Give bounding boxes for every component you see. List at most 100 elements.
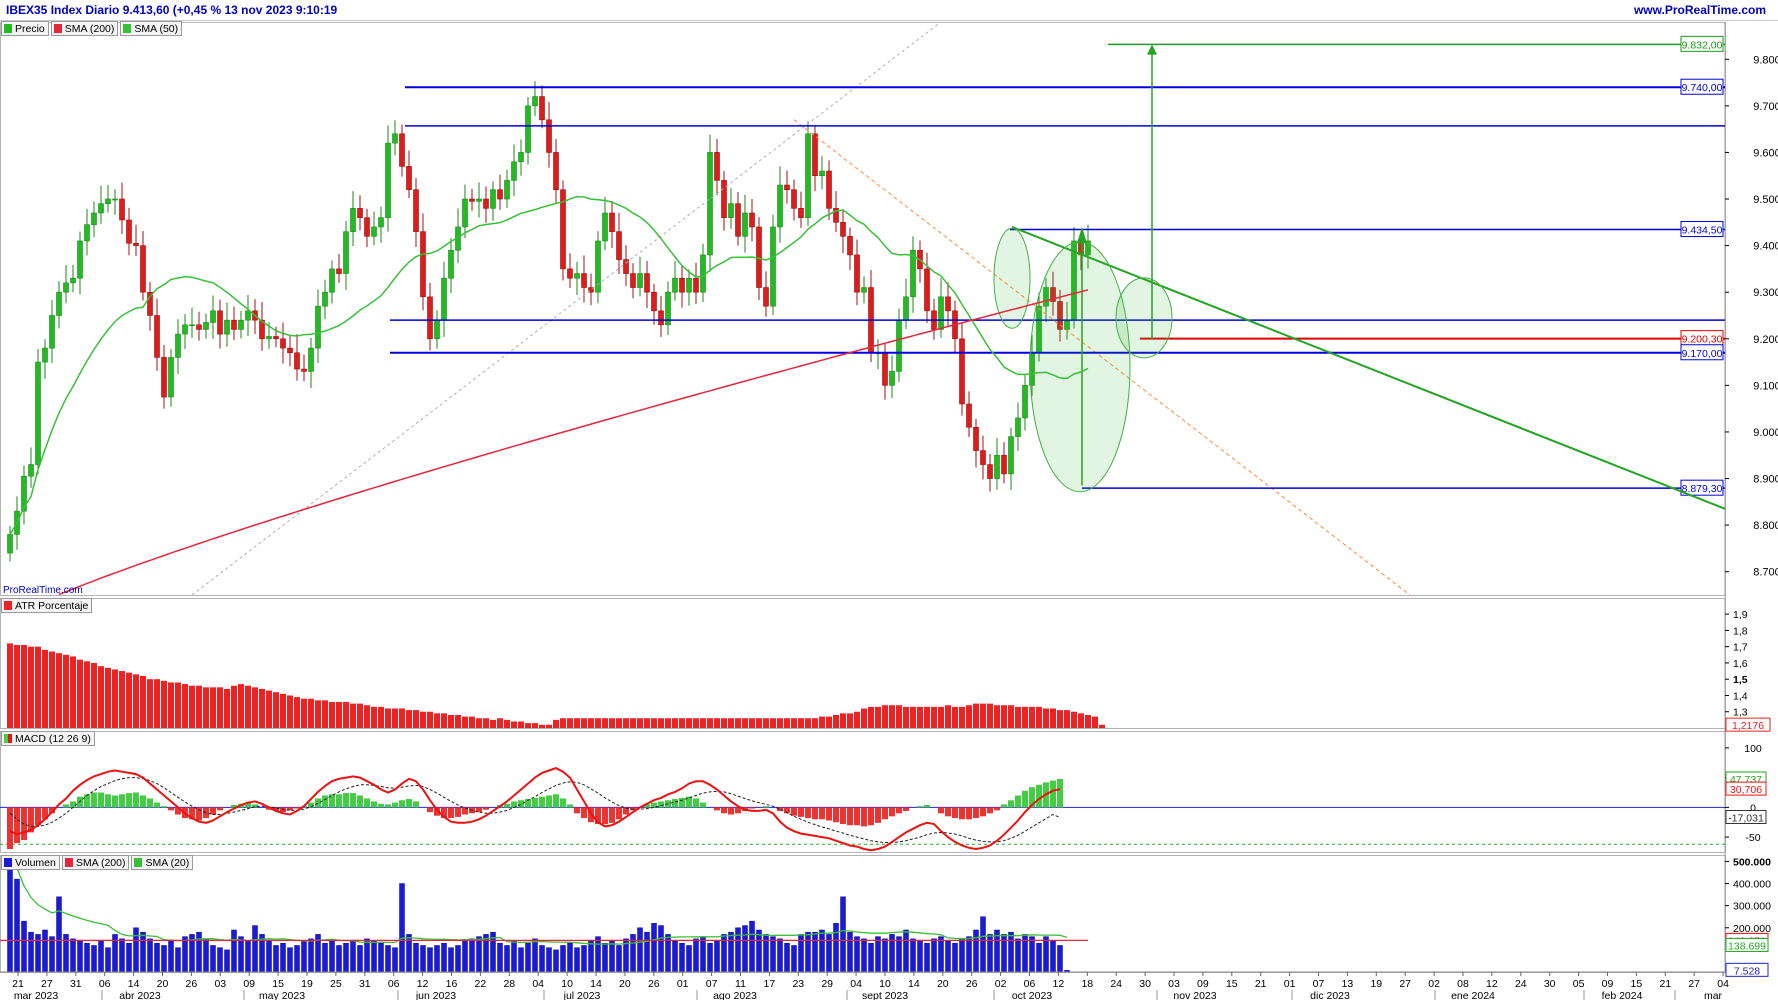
volume-bar xyxy=(77,940,83,973)
volume-bar xyxy=(539,945,545,973)
legend-price[interactable]: Precio xyxy=(1,21,49,36)
atr-bar xyxy=(539,724,545,728)
x-day-label: 12 xyxy=(1486,978,1498,990)
macd-histogram-bar xyxy=(854,807,860,826)
candle xyxy=(1001,454,1007,475)
volume-bar xyxy=(469,938,475,973)
candle xyxy=(1008,436,1014,475)
volume-bar xyxy=(931,938,937,973)
x-day-label: 06 xyxy=(1024,978,1036,990)
candle xyxy=(924,268,930,312)
volume-bar xyxy=(329,940,335,973)
x-day-label: 15 xyxy=(272,978,284,990)
volume-bar xyxy=(266,940,272,973)
macd-histogram-bar xyxy=(399,800,405,808)
macd-histogram-bar xyxy=(161,806,167,808)
x-day-label: 08 xyxy=(1457,978,1469,990)
candle xyxy=(175,333,181,358)
volume-bar xyxy=(336,945,342,973)
x-day-label: 22 xyxy=(475,978,487,990)
atr-bar xyxy=(294,697,300,728)
candle xyxy=(616,231,622,260)
volume-bar xyxy=(602,943,608,973)
atr-bar xyxy=(1064,710,1070,728)
volume-bar xyxy=(805,931,811,973)
legend-atr[interactable]: ATR Porcentaje xyxy=(1,598,93,613)
price-tick-label: 9.200 xyxy=(1753,334,1778,346)
candle xyxy=(546,119,552,153)
macd-histogram-bar xyxy=(980,807,986,817)
candle xyxy=(203,322,209,330)
volume-bar xyxy=(1029,936,1035,973)
atr-bar xyxy=(378,706,384,728)
candle xyxy=(371,226,377,237)
atr-bar xyxy=(812,718,818,728)
macd-histogram-bar xyxy=(966,807,972,820)
macd-histogram-bar xyxy=(518,800,524,808)
legend-macd-label: MACD (12 26 9) xyxy=(15,732,91,745)
candle xyxy=(700,254,706,293)
volume-bar xyxy=(413,943,419,973)
x-day-label: 03 xyxy=(214,978,226,990)
atr-bar xyxy=(336,701,342,728)
macd-histogram-bar xyxy=(959,807,965,820)
macd-histogram-bar xyxy=(609,807,615,823)
volume-bar xyxy=(364,938,370,973)
macd-tick-label: -50 xyxy=(1745,832,1760,844)
legend-sma50-label: SMA (50) xyxy=(134,22,179,35)
macd-histogram-bar xyxy=(819,807,825,820)
macd-histogram-bar xyxy=(280,807,286,813)
volume-bar xyxy=(175,947,181,973)
volume-bar xyxy=(910,938,916,973)
atr-bar xyxy=(371,706,377,728)
volume-bar xyxy=(917,940,923,973)
macd-histogram-bar xyxy=(945,807,951,817)
legend-sma50[interactable]: SMA (50) xyxy=(120,21,183,36)
macd-histogram-bar xyxy=(1050,780,1056,808)
provider-link[interactable]: www.ProRealTime.com xyxy=(1634,3,1766,17)
legend-macd[interactable]: MACD (12 26 9) xyxy=(1,731,95,746)
volume-bar xyxy=(322,943,328,973)
atr-bar xyxy=(644,718,650,728)
volume-bar xyxy=(133,927,139,973)
macd-histogram-bar xyxy=(546,795,552,808)
atr-bar xyxy=(147,679,153,728)
legend-sma200[interactable]: SMA (200) xyxy=(50,21,119,36)
macd-histogram-bar xyxy=(147,798,153,808)
x-day-label: 07 xyxy=(1313,978,1325,990)
volume-bar xyxy=(497,943,503,973)
macd-histogram-bar xyxy=(805,807,811,819)
volume-tick-label: 500.000 xyxy=(1733,856,1771,868)
candle xyxy=(854,254,860,293)
atr-bar xyxy=(448,714,454,728)
atr-bar xyxy=(7,643,13,728)
candle xyxy=(91,212,97,225)
candle xyxy=(980,450,986,465)
x-day-label: 27 xyxy=(1399,978,1411,990)
legend-volume[interactable]: Volumen xyxy=(1,855,60,870)
atr-bar xyxy=(910,706,916,728)
atr-bar xyxy=(35,646,41,728)
legend-vol-sma200[interactable]: SMA (200) xyxy=(61,855,130,870)
atr-bar xyxy=(581,718,587,728)
candle xyxy=(406,166,412,191)
price-tick-label: 9.000 xyxy=(1753,427,1778,439)
atr-tick-label: 1,9 xyxy=(1733,609,1748,621)
volume-bar xyxy=(504,945,510,973)
volume-bar xyxy=(280,943,286,973)
volume-bar xyxy=(182,936,188,973)
atr-bar xyxy=(427,711,433,728)
macd-histogram-bar xyxy=(574,807,580,814)
atr-bar xyxy=(868,706,874,728)
candle xyxy=(469,198,475,202)
macd-histogram-bar xyxy=(938,807,944,814)
legend-vol-sma20[interactable]: SMA (20) xyxy=(131,855,194,870)
macd-histogram-bar xyxy=(798,807,804,817)
atr-bar xyxy=(903,706,909,728)
atr-bar xyxy=(357,703,363,728)
x-day-label: 14 xyxy=(908,978,920,990)
candle xyxy=(217,310,223,335)
atr-bar xyxy=(1015,706,1021,728)
macd-histogram-bar xyxy=(357,795,363,808)
atr-bar xyxy=(238,684,244,728)
